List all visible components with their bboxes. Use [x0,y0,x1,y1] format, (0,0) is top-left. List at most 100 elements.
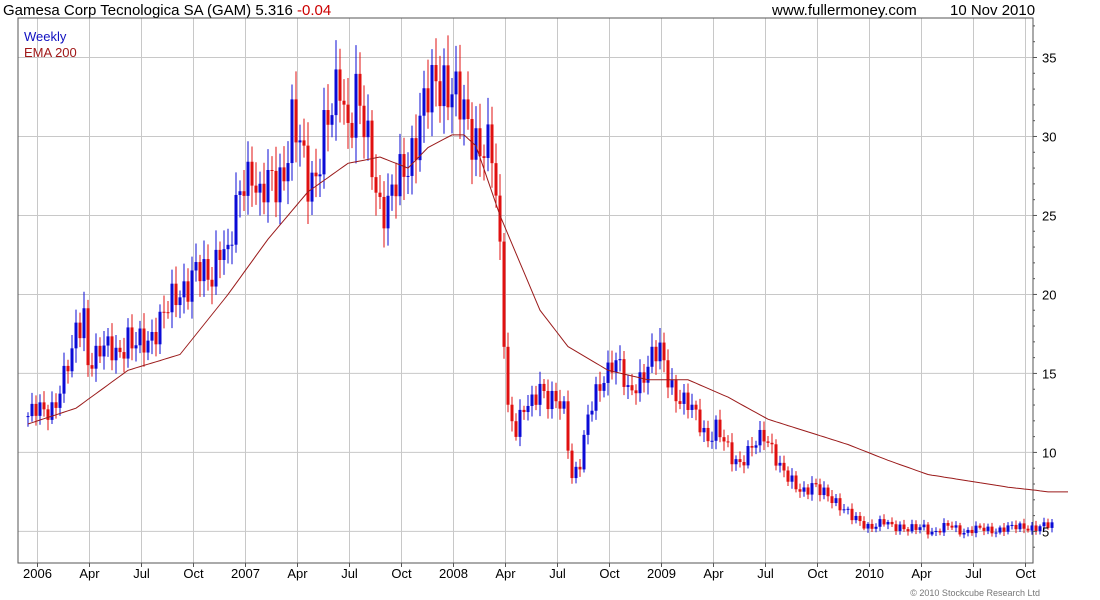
x-tick-label: Jul [757,566,774,581]
candle-body [778,462,782,466]
candle-body [74,322,78,349]
candle-body [66,365,70,372]
candle-body [870,523,874,529]
candle-body [122,352,126,359]
candle-body [786,470,790,482]
candle-body [770,442,774,445]
candle-body [266,170,270,203]
candle-body [894,524,898,532]
candle-body [290,99,294,164]
candle-body [526,405,530,413]
candle-body [754,445,758,448]
candle-body [182,281,186,298]
candle-body [318,174,322,177]
candle-body [30,403,34,417]
candle-body [258,183,262,193]
candle-body [62,365,66,394]
candle-body [478,128,482,157]
candle-body [698,409,702,433]
candle-body [234,194,238,245]
candle-body [282,167,286,182]
candle-body [658,342,662,362]
candle-body [150,331,154,341]
x-tick-label: Oct [1015,566,1036,581]
candle-body [386,195,390,229]
x-tick-label: Oct [391,566,412,581]
candle-body [638,372,642,394]
candle-body [914,524,918,530]
candle-body [342,100,346,105]
candle-body [414,138,418,161]
x-tick-label: Apr [79,566,100,581]
y-tick-label: 5 [1042,524,1049,539]
candle-body [470,118,474,160]
candle-body [866,523,870,529]
y-tick-label: 30 [1042,129,1056,144]
candle-body [578,466,582,470]
candle-body [826,487,830,497]
candle-body [862,521,866,529]
candle-body [242,191,246,196]
candle-body [706,427,710,442]
candle-body [310,172,314,202]
candle-body [362,105,366,138]
candle-body [454,71,458,95]
y-tick-label: 35 [1042,50,1056,65]
candle-body [226,244,230,250]
copyright-note: © 2010 Stockcube Research Ltd [910,588,1040,598]
candle-body [70,348,74,372]
x-tick-label: 2007 [231,566,260,581]
candle-body [994,532,998,534]
candle-body [990,526,994,534]
candle-body [622,359,626,387]
candle-body [830,496,834,504]
candle-body [378,192,382,197]
candle-body [314,172,318,177]
candle-body [1050,522,1054,528]
candle-body [902,524,906,530]
candle-body [878,519,882,527]
candle-body [970,529,974,534]
candle-body [102,345,106,357]
candle-body [846,508,850,510]
candle-body [26,416,30,418]
candle-body [462,99,466,120]
candle-body [230,244,234,246]
x-tick-label: 2008 [439,566,468,581]
candle-body [158,311,162,345]
candle-body [438,81,442,107]
candle-body [1022,523,1026,529]
candle-body [398,154,402,197]
candle-body [166,312,170,314]
candle-body [1002,527,1006,532]
candle-body [298,140,302,143]
candle-body [950,525,954,528]
candle-body [358,73,362,106]
candle-body [286,163,290,182]
candle-body [814,483,818,485]
candle-body [882,519,886,525]
candle-body [842,509,846,511]
candle-body [418,115,422,161]
candle-body [910,524,914,532]
price-candles [26,35,1054,539]
candle-body [38,402,42,416]
candle-body [202,259,206,282]
candle-body [550,390,554,410]
candle-body [490,124,494,164]
candle-body [954,525,958,528]
legend-weekly: Weekly [24,29,67,44]
x-tick-label: Apr [495,566,516,581]
candle-body [170,283,174,313]
candle-body [354,73,358,138]
candle-body [962,532,966,535]
candle-body [98,345,102,357]
legend-ema-200: EMA 200 [24,45,77,60]
candle-body [466,99,470,119]
candle-body [686,392,690,410]
candle-body [134,345,138,349]
candle-body [606,362,610,383]
candle-body [978,525,982,528]
candle-body [1006,525,1010,532]
candle-body [238,191,242,195]
